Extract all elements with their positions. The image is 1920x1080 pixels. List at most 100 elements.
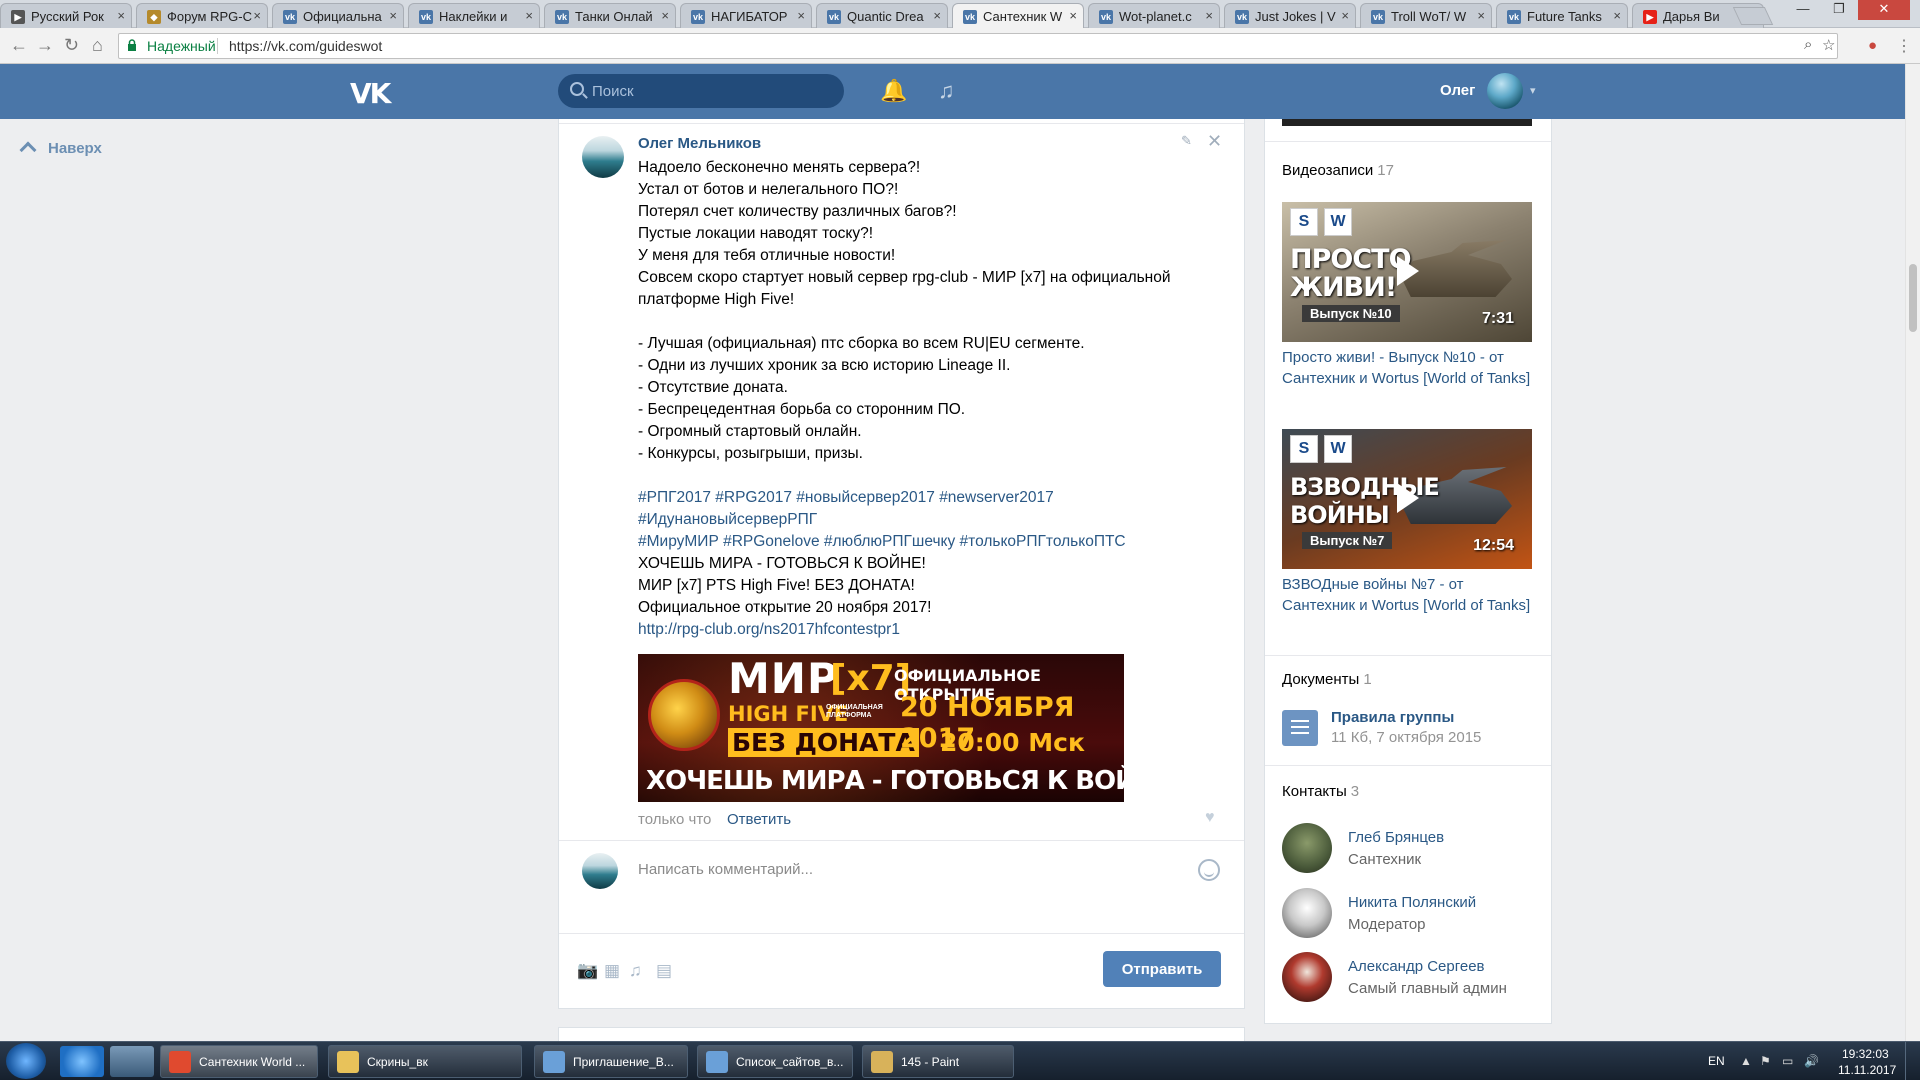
hashtag-line[interactable]: #РПГ2017 #RPG2017 #новыйсервер2017 #news… [638, 487, 1228, 509]
contact-avatar[interactable] [1282, 888, 1332, 938]
scrollbar-thumb[interactable] [1909, 264, 1917, 332]
scroll-up-button[interactable]: Наверх [19, 140, 102, 159]
tab[interactable]: vk Наклейки и × [408, 3, 540, 28]
tab-close-icon[interactable]: × [1613, 8, 1621, 23]
bell-icon[interactable]: 🔔 [880, 78, 907, 104]
video-icon[interactable]: ▦ [604, 961, 620, 981]
tab[interactable]: vk Just Jokes | V × [1224, 3, 1356, 28]
volume-icon[interactable]: 🔊 [1804, 1054, 1819, 1068]
hashtag-line[interactable]: #ИдунановыйсерверРПГ [638, 509, 1228, 531]
music-icon[interactable]: ♫ [938, 78, 955, 104]
chevron-down-icon[interactable]: ▾ [1530, 84, 1536, 97]
tab-close-icon[interactable]: × [661, 8, 669, 23]
tab-close-icon[interactable]: × [525, 8, 533, 23]
tab[interactable]: vk Wot-planet.c × [1088, 3, 1220, 28]
document-name[interactable]: Правила группы [1331, 709, 1454, 726]
tab[interactable]: vk Quantic Drea × [816, 3, 948, 28]
post-timestamp[interactable]: только что [638, 811, 711, 828]
window-minimize-button[interactable]: — [1786, 0, 1820, 20]
tab-close-icon[interactable]: × [253, 8, 261, 23]
bookmark-star-icon[interactable]: ☆ [1822, 36, 1835, 54]
window-close-button[interactable]: ✕ [1858, 0, 1910, 20]
clock-date[interactable]: 11.11.2017 [1838, 1063, 1896, 1077]
document-icon[interactable] [1282, 710, 1318, 746]
zoom-icon[interactable]: ⌕ [1804, 36, 1812, 53]
tab-close-icon[interactable]: × [1205, 8, 1213, 23]
video-thumbnail-2[interactable]: SW ВЗВОДНЫЕ ВОЙНЫ Выпуск №7 12:54 [1282, 429, 1532, 569]
back-icon[interactable]: ← [10, 35, 28, 56]
post-text-line: Устал от ботов и нелегального ПО?! [638, 181, 899, 198]
hashtag-line[interactable]: #МируМИР #RPGonelove #люблюРПГшечку #тол… [638, 531, 1228, 553]
thumb-logo-a: S [1290, 208, 1318, 236]
taskbar-window-button[interactable]: Приглашение_В... [534, 1045, 688, 1078]
taskbar-window-button[interactable]: Скрины_вк [328, 1045, 522, 1078]
vk-logo[interactable]: VK [350, 77, 391, 110]
tab-close-icon[interactable]: × [1477, 8, 1485, 23]
home-icon[interactable]: ⌂ [92, 35, 103, 56]
tab[interactable]: vk Танки Онлай × [544, 3, 676, 28]
contact-name[interactable]: Никита Полянский [1348, 894, 1476, 911]
desktop-app-icon[interactable] [110, 1046, 154, 1077]
language-indicator[interactable]: EN [1708, 1054, 1725, 1068]
heart-icon[interactable]: ♥ [1205, 809, 1215, 827]
tab-close-icon[interactable]: × [933, 8, 941, 23]
tab[interactable]: vk Troll WoT/ W × [1360, 3, 1492, 28]
edit-icon[interactable]: ✎ [1181, 133, 1192, 149]
header-avatar[interactable] [1487, 73, 1523, 109]
post-author-name[interactable]: Олег Мельников [638, 135, 761, 152]
close-icon[interactable]: ✕ [1207, 131, 1222, 152]
tab-close-icon[interactable]: × [797, 8, 805, 23]
camera-icon[interactable]: 📷 [577, 961, 598, 981]
play-icon [1397, 256, 1419, 286]
action-center-icon[interactable]: ⚑ [1760, 1054, 1771, 1068]
post-link[interactable]: http://rpg-club.org/ns2017hfcontestpr1 [638, 619, 1228, 641]
music-note-icon[interactable]: ♫ [629, 961, 642, 981]
contact-name[interactable]: Александр Сергеев [1348, 958, 1485, 975]
tab[interactable]: vk Future Tanks × [1496, 3, 1628, 28]
tab[interactable]: ◆ Форум RPG-C × [136, 3, 268, 28]
contacts-header[interactable]: Контакты 3 [1282, 783, 1359, 800]
clock-time[interactable]: 19:32:03 [1842, 1047, 1889, 1061]
document-icon[interactable]: ▤ [656, 961, 672, 981]
tab[interactable]: ▶ Русский Рок × [0, 3, 132, 28]
contact-avatar[interactable] [1282, 952, 1332, 1002]
tab-close-icon[interactable]: × [389, 8, 397, 23]
page-scrollbar[interactable] [1905, 64, 1920, 1041]
extension-icon[interactable]: ● [1868, 37, 1877, 54]
contact-name[interactable]: Глеб Брянцев [1348, 829, 1444, 846]
video-title-2[interactable]: ВЗВОДные войны №7 - от Сантехник и Wortu… [1282, 574, 1532, 616]
forward-icon[interactable]: → [36, 35, 54, 56]
window-restore-button[interactable]: ❐ [1822, 0, 1856, 20]
tab[interactable]: vk НАГИБАТОР × [680, 3, 812, 28]
reload-icon[interactable]: ↻ [64, 35, 79, 56]
tab-active[interactable]: vk Сантехник W × [952, 3, 1084, 28]
tab-close-icon[interactable]: × [1069, 8, 1077, 23]
comment-input[interactable] [638, 861, 1178, 878]
show-desktop-button[interactable] [1905, 1042, 1920, 1080]
video-thumbnail-1[interactable]: SW ПРОСТО ЖИВИ! Выпуск №10 7:31 [1282, 202, 1532, 342]
taskbar-window-button[interactable]: 145 - Paint [862, 1045, 1014, 1078]
taskbar-window-button[interactable]: Список_сайтов_в... [697, 1045, 853, 1078]
search-input[interactable] [592, 80, 832, 102]
tab-close-icon[interactable]: × [117, 8, 125, 23]
docs-header[interactable]: Документы 1 [1282, 671, 1372, 688]
tab-close-icon[interactable]: × [1341, 8, 1349, 23]
reply-link[interactable]: Ответить [727, 811, 791, 828]
post-banner-image[interactable]: МИР [x7] HIGH FIVE ОФИЦИАЛЬНАЯ ПЛАТФОРМА… [638, 654, 1124, 802]
videos-header[interactable]: Видеозаписи 17 [1282, 162, 1394, 179]
url-field[interactable]: Надежный https://vk.com/guideswot ⌕ ☆ [118, 33, 1838, 59]
start-button[interactable] [6, 1043, 46, 1079]
tab[interactable]: vk Официальна × [272, 3, 404, 28]
emoji-icon[interactable] [1198, 859, 1220, 881]
network-icon[interactable]: ▭ [1782, 1054, 1793, 1068]
menu-icon[interactable]: ⋮ [1896, 36, 1912, 56]
tray-expand-icon[interactable]: ▲ [1740, 1054, 1752, 1068]
internet-explorer-icon[interactable] [60, 1046, 104, 1077]
header-user-name[interactable]: Олег [1440, 82, 1475, 99]
contact-avatar[interactable] [1282, 823, 1332, 873]
post-author-avatar[interactable] [582, 136, 624, 178]
video-title-1[interactable]: Просто живи! - Выпуск №10 - от Сантехник… [1282, 347, 1532, 389]
search-box[interactable] [558, 74, 844, 108]
taskbar-window-button[interactable]: Сантехник World ... [160, 1045, 318, 1078]
send-button[interactable]: Отправить [1103, 951, 1221, 987]
